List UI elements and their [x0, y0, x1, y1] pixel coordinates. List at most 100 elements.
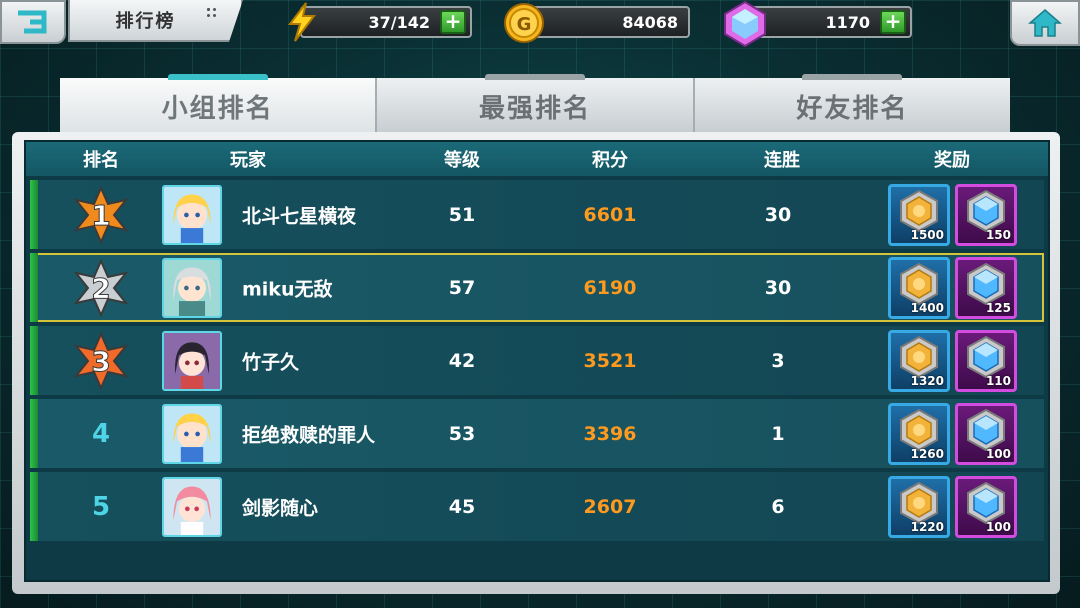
leaderboard-panel: 排名 玩家 等级 积分 连胜 奖励 1 北斗七星横夜 51 6601 30 1500 150…	[12, 132, 1060, 594]
player-avatar[interactable]	[162, 476, 222, 537]
gold-reward-icon	[900, 408, 938, 451]
gem-reward-icon	[967, 189, 1005, 232]
tab-notch	[484, 74, 585, 80]
top-bar: 排行榜 37/142 + 84068 G 1170 +	[0, 0, 1080, 60]
header-reward: 奖励	[934, 150, 970, 171]
gold-value: 84068	[622, 12, 678, 32]
gold-reward-icon	[900, 335, 938, 378]
gem-value: 1170	[825, 12, 870, 32]
row-accent-bar	[30, 326, 38, 395]
stamina-bar: 37/142 +	[300, 6, 472, 38]
table-row[interactable]: 2 miku无敌 57 6190 30 1400 125	[30, 253, 1044, 322]
player-level: 53	[448, 422, 476, 445]
gem-reward-icon	[967, 481, 1005, 524]
player-avatar[interactable]	[162, 330, 222, 391]
player-score: 3396	[583, 422, 637, 445]
gold-reward[interactable]: 1220	[888, 475, 950, 538]
gold-reward[interactable]: 1320	[888, 329, 950, 392]
player-score: 6190	[583, 276, 637, 299]
gold-coin-icon: G	[504, 3, 544, 43]
gem-reward[interactable]: 125	[955, 256, 1017, 319]
player-level: 42	[448, 349, 476, 372]
gem-reward-qty: 100	[985, 519, 1011, 534]
rank-number: 4	[91, 418, 111, 449]
player-level: 51	[448, 203, 476, 226]
player-level: 57	[448, 276, 476, 299]
gem-reward[interactable]: 110	[955, 329, 1017, 392]
gem-reward[interactable]: 150	[955, 183, 1017, 246]
row-accent-bar	[30, 253, 38, 322]
back-button[interactable]	[0, 0, 66, 44]
table-header: 排名 玩家 等级 积分 连胜 奖励	[26, 142, 1048, 176]
gold-reward[interactable]: 1400	[888, 256, 950, 319]
tab-friend-ranking[interactable]: 好友排名	[694, 74, 1010, 134]
table-row[interactable]: 3 竹子久 42 3521 3 1320 110	[30, 326, 1044, 395]
table-rows: 1 北斗七星横夜 51 6601 30 1500 150 2 miku无敌 57 6190 30 140…	[26, 180, 1048, 580]
leaderboard-table[interactable]: 排名 玩家 等级 积分 连胜 奖励 1 北斗七星横夜 51 6601 30 1500 150…	[24, 140, 1050, 582]
back-arrow-icon	[18, 10, 47, 34]
black-hair-girl-avatar-icon	[164, 332, 220, 389]
gold-reward-qty: 1500	[910, 227, 944, 242]
player-avatar[interactable]	[162, 403, 222, 464]
player-score: 3521	[583, 349, 637, 372]
gold-reward-qty: 1220	[910, 519, 944, 534]
header-level: 等级	[444, 150, 480, 171]
gem-reward-qty: 150	[985, 227, 1011, 242]
svg-text:G: G	[517, 14, 532, 35]
player-level: 45	[448, 495, 476, 518]
gem-reward-icon	[967, 335, 1005, 378]
svg-text:2: 2	[91, 272, 110, 305]
tab-label: 小组排名	[161, 93, 274, 124]
player-avatar[interactable]	[162, 184, 222, 245]
gold-reward-icon	[900, 189, 938, 232]
row-accent-bar	[30, 399, 38, 468]
blonde-girl-avatar-icon	[164, 405, 220, 462]
rank-badge-icon: 2	[73, 258, 129, 317]
home-button[interactable]	[1010, 0, 1080, 46]
tab-label: 好友排名	[796, 93, 909, 124]
blonde-girl-avatar-icon	[164, 186, 220, 243]
rank-badge-icon: 1	[73, 185, 129, 244]
svg-text:3: 3	[91, 345, 110, 378]
gold-reward[interactable]: 1500	[888, 183, 950, 246]
svg-text:1: 1	[91, 199, 110, 232]
player-name: 竹子久	[242, 351, 300, 373]
player-score: 6601	[583, 203, 637, 226]
table-row[interactable]: 4 拒绝救赎的罪人 53 3396 1 1260 100	[30, 399, 1044, 468]
player-name: 剑影随心	[242, 497, 319, 519]
gem-reward-icon	[967, 262, 1005, 305]
table-row[interactable]: 1 北斗七星横夜 51 6601 30 1500 150	[30, 180, 1044, 249]
gold-reward-qty: 1260	[910, 446, 944, 461]
gem-reward-icon	[967, 408, 1005, 451]
ranking-tabs: 小组排名 最强排名 好友排名	[60, 74, 1010, 134]
rank-number: 5	[91, 491, 111, 522]
gold-reward-qty: 1400	[910, 300, 944, 315]
gem-reward-qty: 125	[985, 300, 1011, 315]
gem-reward-qty: 110	[985, 373, 1011, 388]
gem-reward-qty: 100	[985, 446, 1011, 461]
player-streak: 30	[764, 276, 792, 299]
player-avatar[interactable]	[162, 257, 222, 318]
player-streak: 1	[771, 422, 785, 445]
header-score: 积分	[592, 150, 628, 171]
gold-reward[interactable]: 1260	[888, 402, 950, 465]
add-stamina-button[interactable]: +	[440, 10, 466, 34]
gold-reward-qty: 1320	[910, 373, 944, 388]
pink-hair-girl-avatar-icon	[164, 478, 220, 535]
table-row[interactable]: 5 剑影随心 45 2607 6 1220 100	[30, 472, 1044, 541]
silver-hair-girl-avatar-icon	[164, 259, 220, 316]
player-name: 北斗七星横夜	[242, 205, 357, 227]
tab-strongest-ranking[interactable]: 最强排名	[377, 74, 695, 134]
lightning-icon	[287, 2, 317, 42]
player-name: miku无敌	[242, 278, 333, 300]
gem-reward[interactable]: 100	[955, 475, 1017, 538]
player-streak: 30	[764, 203, 792, 226]
header-streak: 连胜	[764, 150, 800, 171]
gem-icon	[724, 0, 766, 48]
row-accent-bar	[30, 472, 38, 541]
gem-reward[interactable]: 100	[955, 402, 1017, 465]
tab-group-ranking[interactable]: 小组排名	[60, 74, 378, 134]
rank-badge-icon: 3	[73, 331, 129, 390]
page-title: 排行榜	[115, 11, 176, 32]
add-gem-button[interactable]: +	[880, 10, 906, 34]
